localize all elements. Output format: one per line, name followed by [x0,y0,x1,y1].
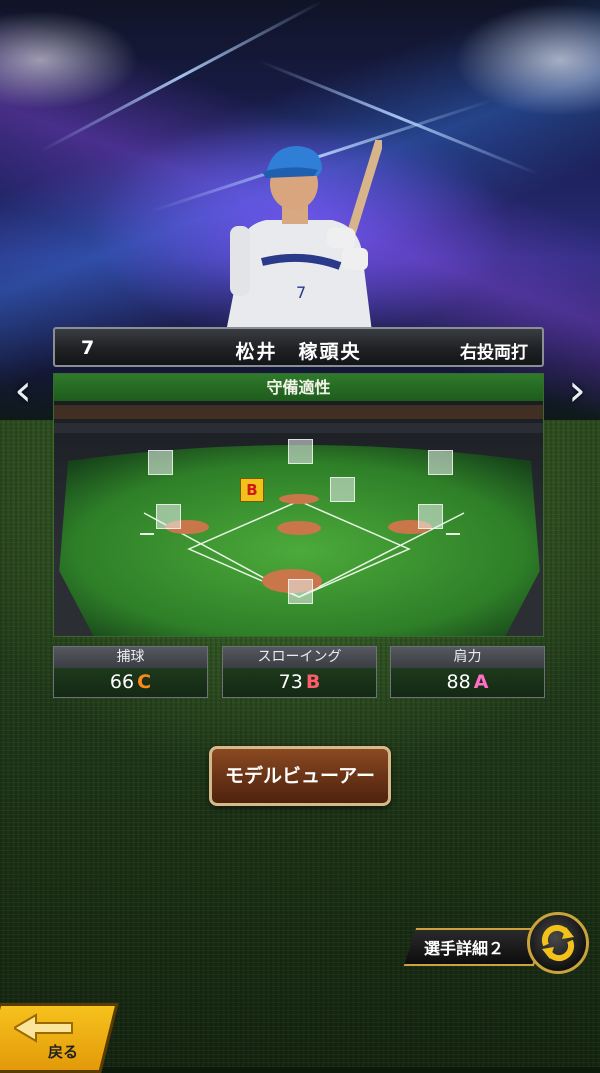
stat-catching: 捕球 66 C [53,646,208,698]
throw-bat-type: 右投両打 [460,343,528,363]
stat-value: 73 [278,671,303,693]
player-portrait: 7 [226,140,382,332]
stat-rank: C [137,671,152,693]
back-button[interactable]: 戻る [0,1003,119,1073]
stat-label: 捕球 [54,647,207,668]
position-c[interactable] [288,579,313,604]
stat-value-row: 88 A [391,668,544,697]
stat-value: 66 [109,671,135,693]
model-viewer-button[interactable]: モデルビューアー [209,746,391,806]
player-name-bar: 7 松井 稼頭央 右投両打 [53,327,544,367]
back-arrow-icon [14,1013,73,1043]
cycle-button[interactable] [527,912,589,974]
fielding-header: 守備適性 [54,374,543,401]
position-3b[interactable] [156,504,181,529]
position-cf[interactable] [288,439,313,464]
stat-throwing: スローイング 73 B [222,646,377,698]
next-player-button[interactable]: › [562,368,592,414]
stat-arm-strength: 肩力 88 A [390,646,545,698]
position-ss-rank-badge[interactable]: B [240,478,264,502]
stat-rank: B [305,671,321,693]
stat-label: スローイング [223,647,376,668]
position-1b[interactable] [418,504,443,529]
position-2b[interactable] [330,477,355,502]
chevron-left-icon: ‹ [14,365,32,416]
player-detail-button[interactable]: 選手詳細２ [403,924,547,966]
svg-text:7: 7 [296,283,306,302]
position-lf[interactable] [148,450,173,475]
position-rf[interactable] [428,450,453,475]
chevron-right-icon: › [568,365,586,416]
stat-value-row: 66 C [54,668,207,697]
stat-value: 88 [446,671,471,693]
fielding-panel: 守備適性 B [53,373,544,637]
stat-value-row: 73 B [223,668,376,697]
back-label: 戻る [48,1043,79,1061]
stat-rank: A [473,671,489,693]
player-detail-label: 選手詳細２ [424,939,505,958]
cycle-arrows-icon [541,924,575,962]
prev-player-button[interactable]: ‹ [8,368,38,414]
stat-label: 肩力 [391,647,544,668]
